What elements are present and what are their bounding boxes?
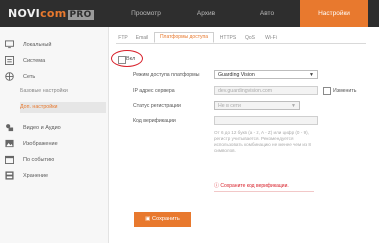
subtab-divider	[116, 43, 366, 44]
platform-mode-label: Режим доступа платформы	[133, 72, 200, 78]
platform-mode-select[interactable]: Guarding Vision ▼	[214, 70, 318, 79]
change-checkbox[interactable]	[323, 87, 331, 95]
subtab-https[interactable]: HTTPS	[217, 33, 239, 43]
network-icon	[5, 72, 14, 81]
sidebar-subitem-basic-settings[interactable]: Базовые настройки	[20, 86, 106, 97]
warning-text: Сохраните код верификации.	[220, 183, 289, 189]
sidebar-item-label: Хранение	[23, 173, 49, 179]
sidebar-item-label: Видео и Аудио	[23, 125, 61, 131]
verification-code-input[interactable]	[214, 116, 318, 125]
server-ip-input[interactable]: dev.guardingvision.com	[214, 86, 318, 95]
video-icon	[6, 124, 14, 132]
verification-warning: ⓘ Сохраните код верификации.	[214, 182, 314, 192]
storage-icon	[5, 171, 14, 180]
save-button[interactable]: ▣ Сохранить	[134, 212, 191, 227]
save-icon: ▣	[145, 216, 151, 222]
sidebar-subitem-advanced-settings[interactable]: Доп. настройки	[20, 102, 106, 113]
registration-status-select: Не в сети ▼	[214, 101, 300, 110]
top-navigation-bar: NOVIcom PRO Просмотр Архив Авто Настройки	[0, 0, 379, 27]
sidebar-subitem-label: Доп. настройки	[20, 104, 58, 110]
tab-playback[interactable]: Архив	[178, 0, 234, 27]
sidebar-subitem-label: Базовые настройки	[20, 88, 68, 94]
sidebar-item-label: Сеть	[23, 74, 36, 80]
tab-live-view[interactable]: Просмотр	[118, 0, 174, 27]
verification-code-label: Код верификации	[133, 118, 176, 124]
server-ip-label: IP адрес сервера	[133, 88, 175, 94]
platform-mode-value: Guarding Vision	[218, 72, 255, 78]
sidebar-item-label: По событию	[23, 157, 55, 163]
brand-logo: NOVIcom PRO	[8, 7, 94, 20]
subtab-platform-access[interactable]: Платформы доступа	[154, 32, 214, 43]
change-label: Изменить	[333, 88, 357, 94]
subtab-ftp[interactable]: FTP	[116, 33, 130, 43]
verification-code-hint: От 6 до 12 букв (a - z, A - Z) или цифр …	[214, 130, 311, 153]
server-ip-value: dev.guardingvision.com	[218, 88, 273, 94]
tab-picture[interactable]: Авто	[239, 0, 295, 27]
image-icon	[5, 139, 14, 148]
subtab-wifi[interactable]: Wi-Fi	[262, 33, 280, 43]
system-icon	[5, 56, 14, 65]
highlight-circle	[111, 50, 143, 67]
registration-status-label: Статус регистрации	[133, 103, 181, 109]
tab-configuration[interactable]: Настройки	[300, 0, 368, 27]
monitor-icon	[5, 40, 14, 49]
chevron-down-icon: ▼	[291, 103, 296, 109]
sidebar-item-label: Система	[23, 58, 46, 64]
sidebar-item-label: Локальный	[23, 42, 52, 48]
save-button-label: Сохранить	[152, 216, 180, 222]
sidebar: Локальный Система Сеть Базовые настройки…	[0, 27, 109, 243]
subtab-email[interactable]: Email	[133, 33, 151, 43]
event-icon	[5, 155, 14, 164]
subtab-qos[interactable]: QoS	[243, 33, 257, 43]
chevron-down-icon: ▼	[309, 72, 314, 78]
sidebar-item-label: Изображение	[23, 141, 58, 147]
registration-status-value: Не в сети	[218, 103, 241, 109]
warning-icon: ⓘ	[214, 183, 220, 189]
